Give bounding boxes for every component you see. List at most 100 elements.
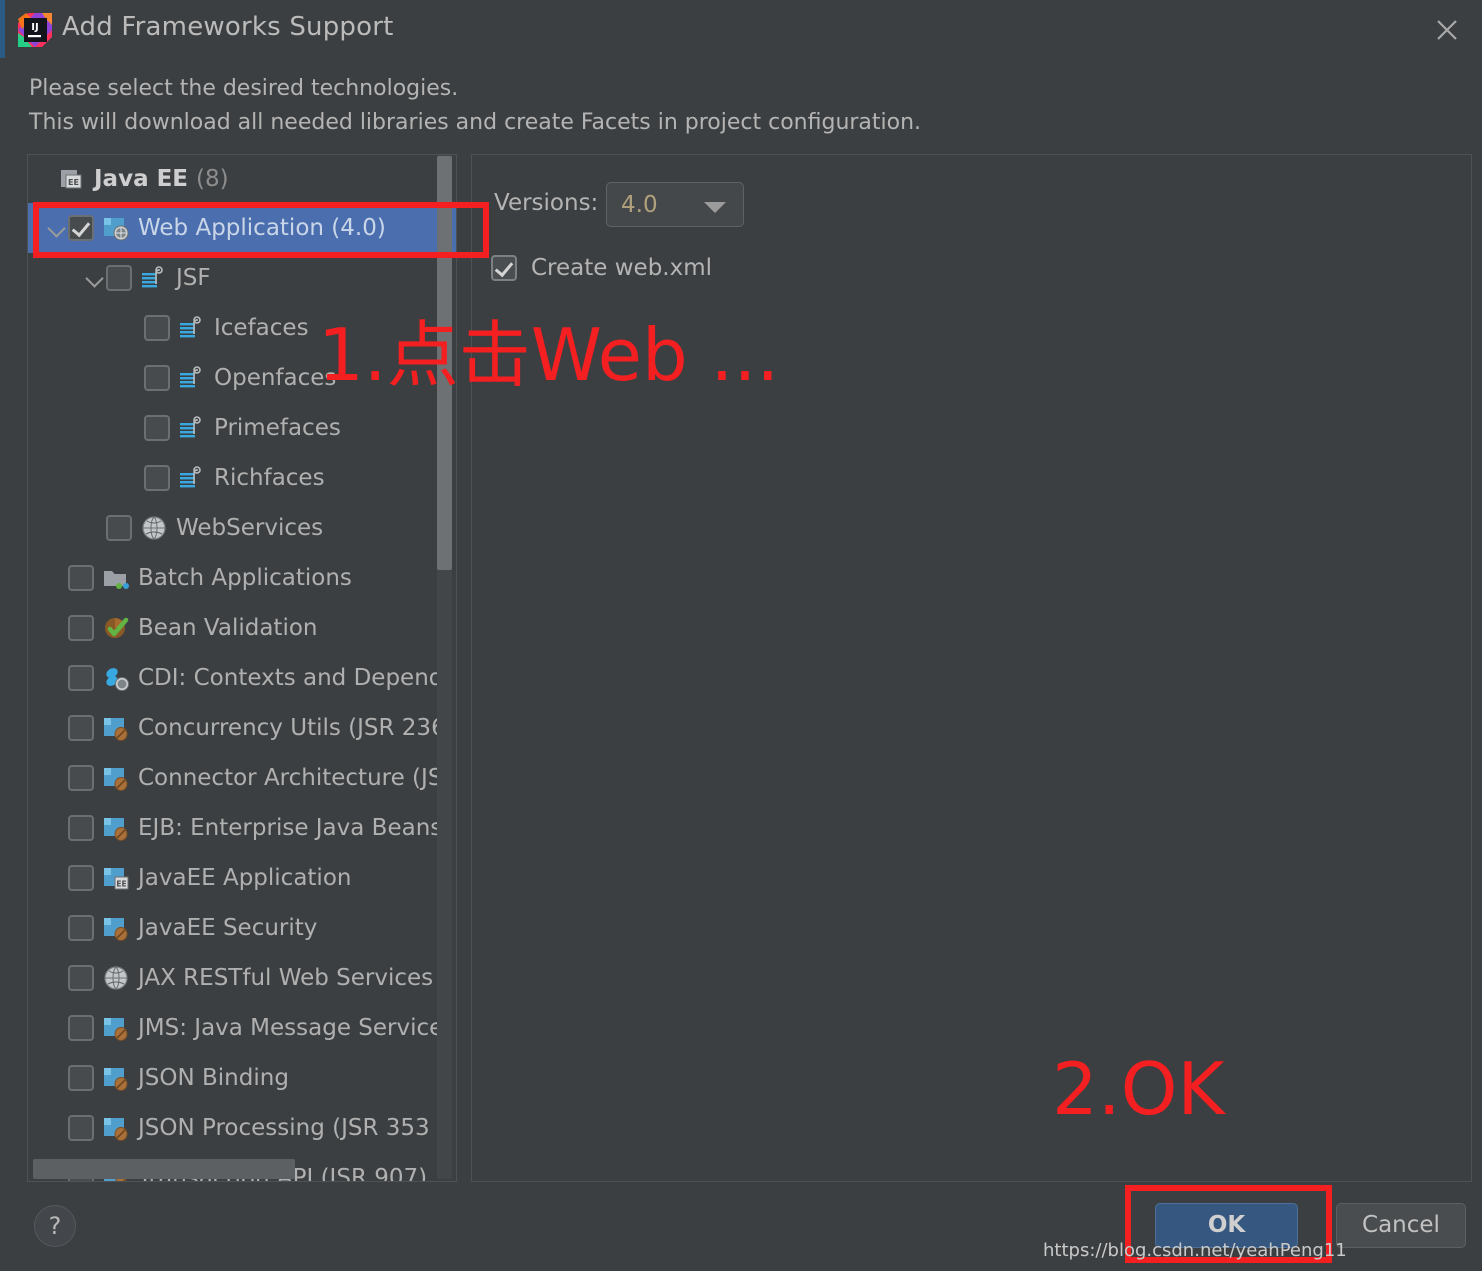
tree-row[interactable]: WebServices bbox=[28, 503, 456, 553]
cancel-button-label: Cancel bbox=[1337, 1204, 1465, 1247]
tree-indent-spacer bbox=[122, 367, 144, 389]
tree-row[interactable]: Primefaces bbox=[28, 403, 456, 453]
tree-group-java-ee[interactable]: EE Java EE (8) bbox=[28, 155, 456, 203]
tree-row-checkbox[interactable] bbox=[68, 1015, 94, 1041]
tree-row[interactable]: Web Application (4.0) bbox=[28, 203, 456, 253]
tree-row-checkbox[interactable] bbox=[68, 215, 94, 241]
tree-row-label: Batch Applications bbox=[138, 567, 352, 590]
tree-row-checkbox[interactable] bbox=[68, 815, 94, 841]
tree-row-checkbox[interactable] bbox=[68, 665, 94, 691]
tree-row[interactable]: JSON Processing (JSR 353 bbox=[28, 1103, 456, 1153]
tree-row-label: JavaEE Security bbox=[138, 917, 317, 940]
tree-row-checkbox[interactable] bbox=[106, 265, 132, 291]
tree-row-checkbox[interactable] bbox=[68, 915, 94, 941]
framework-detail-panel bbox=[471, 154, 1472, 1182]
tree-row-checkbox[interactable] bbox=[144, 315, 170, 341]
tree-row-checkbox[interactable] bbox=[68, 1115, 94, 1141]
create-webxml-row[interactable]: Create web.xml bbox=[491, 255, 712, 281]
tree-indent-spacer bbox=[46, 1017, 68, 1039]
tree-row-label: Richfaces bbox=[214, 467, 325, 490]
svg-text:IJ: IJ bbox=[31, 22, 38, 33]
tree-row-label: JAX RESTful Web Services bbox=[138, 967, 433, 990]
tree-row-label: Openfaces bbox=[214, 367, 336, 390]
tree-row[interactable]: Concurrency Utils (JSR 236 bbox=[28, 703, 456, 753]
tree-group-label: Java EE (8) bbox=[94, 168, 229, 191]
tree-indent-spacer bbox=[46, 767, 68, 789]
svg-text:EE: EE bbox=[116, 880, 126, 889]
tree-indent-spacer bbox=[46, 967, 68, 989]
tree-row-checkbox[interactable] bbox=[68, 1065, 94, 1091]
tree-row-checkbox[interactable] bbox=[68, 965, 94, 991]
tree-row-checkbox[interactable] bbox=[68, 865, 94, 891]
tree-row-checkbox[interactable] bbox=[144, 365, 170, 391]
intro-line-2: This will download all needed libraries … bbox=[29, 106, 1129, 140]
tree-row-label: Web Application (4.0) bbox=[138, 217, 386, 240]
tree-row-label: Icefaces bbox=[214, 317, 309, 340]
tree-row-label: JavaEE Application bbox=[138, 867, 351, 890]
tree-row-label: Bean Validation bbox=[138, 617, 318, 640]
versions-dropdown[interactable]: 4.0 bbox=[606, 182, 744, 227]
tree-row[interactable]: Icefaces bbox=[28, 303, 456, 353]
java-module-icon bbox=[102, 1014, 130, 1042]
web-application-icon bbox=[102, 214, 130, 242]
tree-row[interactable]: EE JavaEE Application bbox=[28, 853, 456, 903]
tree-row[interactable]: Bean Validation bbox=[28, 603, 456, 653]
svg-text:EE: EE bbox=[68, 178, 79, 187]
javaee-app-icon: EE bbox=[102, 864, 130, 892]
title-bar: IJ Add Frameworks Support bbox=[0, 0, 1482, 58]
ok-button[interactable]: OK bbox=[1155, 1203, 1298, 1248]
tree-indent-spacer bbox=[46, 717, 68, 739]
chevron-down-icon[interactable] bbox=[84, 267, 106, 289]
versions-label: Versions: bbox=[494, 190, 598, 216]
create-webxml-checkbox[interactable] bbox=[491, 255, 517, 281]
cdi-icon bbox=[102, 664, 130, 692]
tree-row-checkbox[interactable] bbox=[68, 765, 94, 791]
tree-row[interactable]: Openfaces bbox=[28, 353, 456, 403]
tree-indent-spacer bbox=[46, 667, 68, 689]
tree-indent-spacer bbox=[46, 617, 68, 639]
create-webxml-label: Create web.xml bbox=[531, 255, 712, 281]
tree-row-label: EJB: Enterprise Java Beans bbox=[138, 817, 442, 840]
versions-dropdown-value: 4.0 bbox=[621, 192, 658, 218]
jsf-icon bbox=[178, 314, 206, 342]
chevron-down-icon[interactable] bbox=[46, 217, 68, 239]
tree-row[interactable]: JMS: Java Message Service bbox=[28, 1003, 456, 1053]
tree-row[interactable]: JavaEE Security bbox=[28, 903, 456, 953]
chevron-down-icon bbox=[704, 202, 726, 213]
tree-row-checkbox[interactable] bbox=[144, 415, 170, 441]
tree-row[interactable]: Batch Applications bbox=[28, 553, 456, 603]
tree-row-label: JSF bbox=[176, 267, 211, 290]
tree-row[interactable]: EJB: Enterprise Java Beans bbox=[28, 803, 456, 853]
intro-text: Please select the desired technologies. … bbox=[29, 72, 1129, 140]
cancel-button[interactable]: Cancel bbox=[1336, 1203, 1466, 1248]
title-bar-accent-stripe bbox=[0, 0, 5, 58]
jsf-icon bbox=[178, 414, 206, 442]
java-module-icon bbox=[102, 814, 130, 842]
frameworks-tree-panel[interactable]: EE Java EE (8) Web Application (4.0) JSF Ice… bbox=[27, 154, 457, 1182]
tree-indent-spacer bbox=[46, 817, 68, 839]
help-button[interactable]: ? bbox=[34, 1205, 76, 1247]
help-button-label: ? bbox=[35, 1212, 75, 1240]
tree-row-checkbox[interactable] bbox=[144, 465, 170, 491]
tree-indent-spacer bbox=[46, 867, 68, 889]
tree-row-checkbox[interactable] bbox=[106, 515, 132, 541]
tree-vertical-scrollbar[interactable] bbox=[437, 156, 452, 570]
tree-row[interactable]: CDI: Contexts and Depend bbox=[28, 653, 456, 703]
close-icon[interactable] bbox=[1430, 13, 1464, 47]
tree-horizontal-scrollbar[interactable] bbox=[33, 1159, 295, 1179]
window-title: Add Frameworks Support bbox=[62, 12, 394, 42]
tree-row[interactable]: JAX RESTful Web Services bbox=[28, 953, 456, 1003]
ok-button-label: OK bbox=[1156, 1204, 1297, 1247]
tree-row-label: Primefaces bbox=[214, 417, 341, 440]
tree-row[interactable]: JSF bbox=[28, 253, 456, 303]
tree-row-checkbox[interactable] bbox=[68, 615, 94, 641]
folder-icon bbox=[102, 564, 130, 592]
tree-row-checkbox[interactable] bbox=[68, 715, 94, 741]
tree-row[interactable]: Connector Architecture (JS bbox=[28, 753, 456, 803]
tree-row[interactable]: JSON Binding bbox=[28, 1053, 456, 1103]
tree-row-label: Concurrency Utils (JSR 236 bbox=[138, 717, 446, 740]
tree-row-checkbox[interactable] bbox=[68, 565, 94, 591]
tree-indent-spacer bbox=[84, 517, 106, 539]
frameworks-tree-list[interactable]: EE Java EE (8) Web Application (4.0) JSF Ice… bbox=[28, 155, 456, 1182]
tree-row[interactable]: Richfaces bbox=[28, 453, 456, 503]
